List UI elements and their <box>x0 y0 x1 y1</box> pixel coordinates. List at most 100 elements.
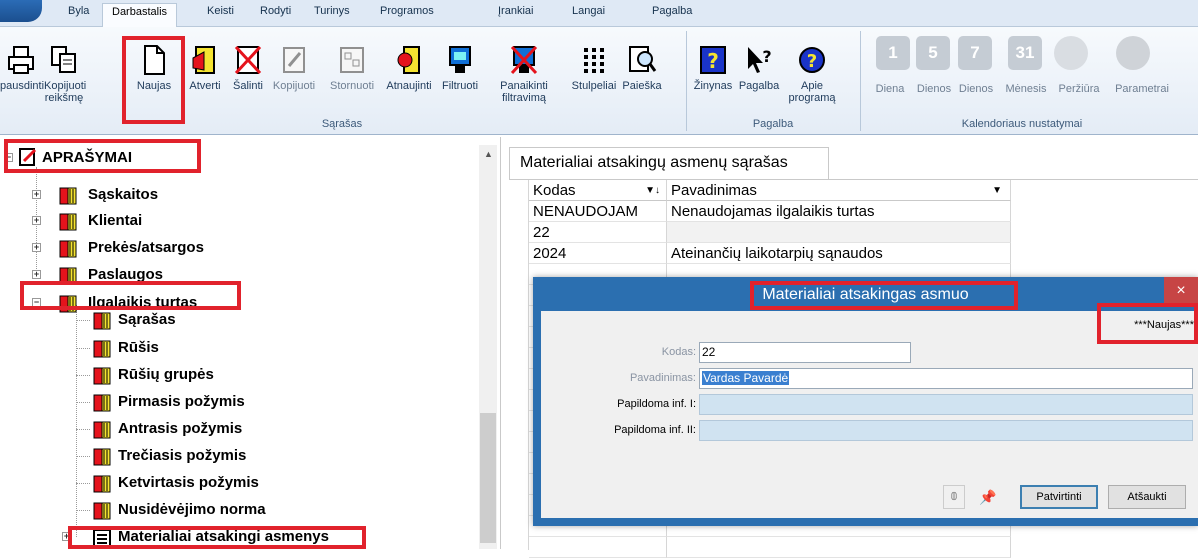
search-button[interactable]: Paieška <box>620 44 664 92</box>
svg-text:?: ? <box>707 49 719 73</box>
cell-pavadinimas[interactable] <box>667 537 1011 558</box>
cancel-button[interactable]: Atšaukti <box>1108 485 1186 509</box>
handbook-button[interactable]: ? Žinynas <box>690 44 736 92</box>
book-icon <box>92 500 112 520</box>
cell-pavadinimas[interactable]: Nenaudojamas ilgalaikis turtas <box>667 201 1011 222</box>
reverse-button[interactable]: Stornuoti <box>326 44 378 92</box>
printer-icon <box>8 46 34 74</box>
print-button[interactable]: pausdinti <box>0 44 45 92</box>
preview-button[interactable]: Peržiūra <box>1052 83 1106 95</box>
tree-line <box>76 429 90 430</box>
column-header-pavadinimas[interactable]: Pavadinimas ▼ <box>667 180 1011 201</box>
gear-icon <box>1116 36 1150 70</box>
kodas-header-label: Kodas <box>533 182 576 199</box>
menu-turinys[interactable]: Turinys <box>314 5 350 17</box>
copy-button[interactable]: Kopijuoti <box>268 44 320 92</box>
tree-child-label: Pirmasis požymis <box>118 393 245 410</box>
day-button[interactable]: Diena <box>868 83 912 95</box>
open-label: Atverti <box>189 80 221 92</box>
grid-title-tab[interactable]: Materialiai atsakingų asmenų sąrašas <box>509 147 829 179</box>
pavadinimas-input[interactable]: Vardas Pavardė <box>699 368 1193 389</box>
menu-langai[interactable]: Langai <box>572 5 605 17</box>
refresh-button[interactable]: Atnaujinti <box>382 44 436 92</box>
help-button[interactable]: ? Pagalba <box>736 44 782 92</box>
tree-line <box>76 510 90 511</box>
columns-label: Stulpeliai <box>571 80 617 92</box>
tree-line <box>76 483 90 484</box>
tree-line <box>76 402 90 403</box>
days5-button[interactable]: Dienos <box>912 83 956 95</box>
highlight-status <box>1097 303 1198 344</box>
cell-kodas[interactable]: 2024 <box>529 243 667 264</box>
tree-line <box>76 348 90 349</box>
menu-rodyti[interactable]: Rodyti <box>260 5 291 17</box>
menu-darbastalis[interactable]: Darbastalis <box>102 3 178 27</box>
month-button[interactable]: Mėnesis <box>998 83 1054 95</box>
open-button[interactable]: Atverti <box>186 44 224 92</box>
copy-value-button[interactable]: Kopijuoti reikšmę <box>44 44 86 104</box>
menu-byla[interactable]: Byla <box>68 5 89 17</box>
book-icon <box>92 338 112 358</box>
tree-child-label: Rūšių grupės <box>118 366 214 383</box>
days7-button[interactable]: Dienos <box>954 83 998 95</box>
cell-pavadinimas[interactable]: Ilona Tumas <box>667 222 1011 243</box>
tree-line <box>76 456 90 457</box>
close-button[interactable]: × <box>1164 277 1198 305</box>
highlight-root <box>4 139 201 173</box>
column-header-kodas[interactable]: Kodas ▼↓ <box>529 180 667 201</box>
menu-bar: Byla Darbastalis Keisti Rodyti Turinys P… <box>0 0 1198 27</box>
papildoma1-label: Papildoma inf. I: <box>617 398 696 410</box>
cell-kodas[interactable] <box>529 537 667 558</box>
columns-button[interactable]: Stulpeliai <box>568 44 620 92</box>
delete-button[interactable]: Šalinti <box>230 44 266 92</box>
papildoma1-input[interactable] <box>699 394 1193 415</box>
book-icon <box>58 211 78 231</box>
print-label: pausdinti <box>0 80 45 92</box>
tree-line <box>76 305 77 537</box>
delete-icon <box>234 45 262 75</box>
parameters-button[interactable]: Parametrai <box>1108 83 1176 95</box>
group-label-kalendorius: Kalendoriaus nustatymai <box>961 118 1083 130</box>
row-indicator-column <box>509 180 529 550</box>
expand-icon[interactable]: + <box>32 243 41 252</box>
pavadinimas-header-label: Pavadinimas <box>671 182 757 199</box>
search-icon <box>629 46 657 72</box>
cell-kodas[interactable]: NENAUDOJAM <box>529 201 667 222</box>
cell-pavadinimas[interactable]: Ateinančių laikotarpių sąnaudos <box>667 243 1011 264</box>
clear-filter-button[interactable]: Panaikinti filtravimą <box>482 44 566 104</box>
tree-item-label: Klientai <box>88 212 143 229</box>
highlight-materialiai <box>68 526 366 549</box>
expand-icon[interactable]: + <box>32 270 41 279</box>
tree-child-label: Rūšis <box>118 339 159 356</box>
papildoma2-input[interactable] <box>699 420 1193 441</box>
pin-icon: 📌 <box>979 489 997 505</box>
sort-desc-icon[interactable]: ▼↓ <box>645 180 660 200</box>
tree-scrollbar[interactable]: ▲ <box>479 145 497 549</box>
app-menu-button[interactable] <box>0 0 42 22</box>
about-button[interactable]: ? Apie programą <box>784 44 840 104</box>
cell-kodas[interactable]: 22 <box>529 222 667 243</box>
menu-programos[interactable]: Programos <box>380 5 434 17</box>
tree-item-label: Sąskaitos <box>88 186 159 203</box>
filter-button[interactable]: Filtruoti <box>440 44 480 92</box>
book-icon <box>92 310 112 330</box>
tree-child-label: Ketvirtasis požymis <box>118 474 259 491</box>
handbook-label: Žinynas <box>693 80 733 92</box>
paperclip-icon: 𝟘 <box>950 491 958 503</box>
highlight-naujas <box>122 36 185 124</box>
scroll-thumb[interactable] <box>480 413 496 543</box>
confirm-button[interactable]: Patvirtinti <box>1020 485 1098 509</box>
menu-irankiai[interactable]: Įrankiai <box>498 5 533 17</box>
menu-keisti[interactable]: Keisti <box>207 5 234 17</box>
clear-filter-label: Panaikinti filtravimą <box>500 80 548 104</box>
expand-icon[interactable]: + <box>32 216 41 225</box>
pin-button[interactable]: 📌 <box>973 485 1003 509</box>
scroll-up-icon[interactable]: ▲ <box>484 149 493 159</box>
expand-icon[interactable]: + <box>32 190 41 199</box>
menu-pagalba[interactable]: Pagalba <box>652 5 692 17</box>
book-icon <box>92 365 112 385</box>
attach-button[interactable]: 𝟘 <box>943 485 965 509</box>
filter-dropdown-icon[interactable]: ▼ <box>992 180 1002 200</box>
kodas-input[interactable]: 22 <box>699 342 911 363</box>
clear-filter-icon <box>510 45 538 75</box>
